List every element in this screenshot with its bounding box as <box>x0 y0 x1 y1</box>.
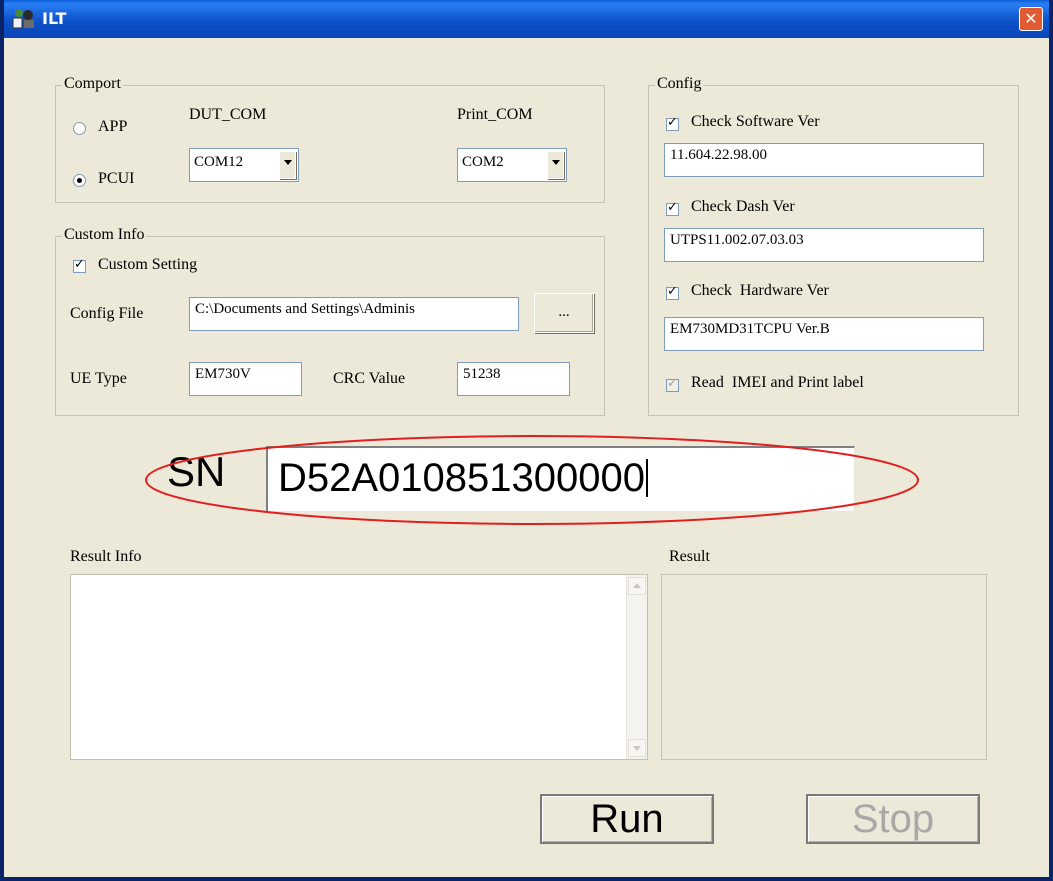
custom-info-group-title: Custom Info <box>62 226 147 244</box>
result-info-box[interactable] <box>70 574 648 760</box>
software-ver-field[interactable]: 11.604.22.98.00 <box>664 143 984 177</box>
comport-group: Comport <box>55 75 605 203</box>
result-panel <box>661 574 987 760</box>
print-com-value: COM2 <box>462 154 504 170</box>
print-com-label: Print_COM <box>457 106 533 123</box>
title-bar: ILT ✕ <box>4 0 1049 38</box>
radio-app[interactable] <box>73 122 86 135</box>
radio-pcui-label[interactable]: PCUI <box>98 170 134 188</box>
run-button[interactable]: Run <box>540 794 714 844</box>
read-imei-checkbox: ✓ <box>666 376 679 392</box>
scroll-up-icon[interactable] <box>628 577 646 595</box>
stop-button: Stop <box>806 794 980 844</box>
close-icon: ✕ <box>1024 9 1038 28</box>
radio-pcui[interactable] <box>73 174 86 187</box>
sn-label: SN <box>167 448 226 495</box>
scroll-down-icon[interactable] <box>628 739 646 757</box>
result-info-label: Result Info <box>70 548 142 565</box>
chevron-down-icon[interactable] <box>547 151 564 179</box>
check-hardware-label[interactable]: Check Hardware Ver <box>691 282 829 300</box>
result-label: Result <box>669 548 710 565</box>
check-dash-label[interactable]: Check Dash Ver <box>691 198 795 216</box>
ue-type-label: UE Type <box>70 370 127 387</box>
radio-app-label[interactable]: APP <box>98 118 127 136</box>
app-logo-icon <box>12 9 34 29</box>
custom-setting-checkbox[interactable]: ✓ <box>73 257 86 273</box>
dash-ver-field[interactable]: UTPS11.002.07.03.03 <box>664 228 984 262</box>
sn-input[interactable]: D52A010851300000 <box>266 446 855 512</box>
result-info-scrollbar[interactable] <box>626 575 647 759</box>
config-file-field[interactable]: C:\Documents and Settings\Adminis <box>189 297 519 331</box>
config-group-title: Config <box>655 75 704 93</box>
browse-button[interactable]: ... <box>534 293 594 333</box>
check-dash-checkbox[interactable]: ✓ <box>666 200 679 216</box>
window-title: ILT <box>42 9 67 28</box>
crc-value-label: CRC Value <box>333 370 406 387</box>
dut-com-label: DUT_COM <box>189 106 267 123</box>
check-hardware-checkbox[interactable]: ✓ <box>666 284 679 300</box>
close-button[interactable]: ✕ <box>1019 7 1043 31</box>
check-software-checkbox[interactable]: ✓ <box>666 115 679 131</box>
check-software-label[interactable]: Check Software Ver <box>691 113 820 131</box>
main-window: ILT ✕ Comport DUT_COM Print_COM APP PCUI… <box>0 0 1053 881</box>
custom-setting-label[interactable]: Custom Setting <box>98 256 197 274</box>
chevron-down-icon[interactable] <box>279 151 296 179</box>
comport-group-title: Comport <box>62 75 123 93</box>
read-imei-label: Read IMEI and Print label <box>691 374 864 391</box>
ue-type-field[interactable]: EM730V <box>189 362 302 396</box>
dut-com-value: COM12 <box>194 154 244 170</box>
dut-com-select[interactable]: COM12 <box>189 148 299 182</box>
text-caret <box>646 459 649 497</box>
print-com-select[interactable]: COM2 <box>457 148 567 182</box>
crc-value-field[interactable]: 51238 <box>457 362 570 396</box>
sn-value: D52A010851300000 <box>278 456 646 500</box>
hardware-ver-field[interactable]: EM730MD31TCPU Ver.B <box>664 317 984 351</box>
config-file-label: Config File <box>70 305 144 322</box>
